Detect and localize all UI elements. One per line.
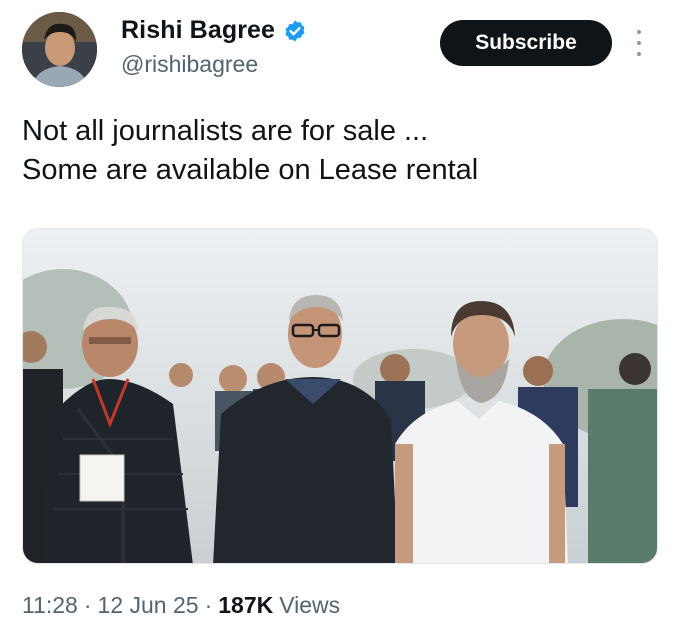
views-label[interactable]: Views [279,592,340,619]
photo-image [23,229,657,563]
profile-photo-icon [22,12,97,87]
views-count[interactable]: 187K [218,592,273,619]
more-options-icon[interactable] [630,26,648,60]
avatar[interactable] [22,12,97,87]
subscribe-button[interactable]: Subscribe [440,20,612,66]
more-dot [637,30,641,34]
tweet-text-line: Some are available on Lease rental [22,154,479,186]
author-display-name[interactable]: Rishi Bagree [121,16,275,45]
tweet-media-photo[interactable] [22,228,658,564]
more-dot [637,41,641,45]
tweet-text: Not all journalists are for sale ... Som… [22,112,478,190]
tweet-date[interactable]: 12 Jun 25 [98,592,199,619]
author-name-row: Rishi Bagree [121,16,307,45]
author-handle[interactable]: @rishibagree [121,51,258,78]
verified-badge-icon [285,20,305,41]
tweet-time[interactable]: 11:28 [22,592,78,619]
meta-separator: · [83,592,92,618]
tweet-meta: 11:28 · 12 Jun 25 · 187K Views [22,592,340,619]
tweet-text-line: Not all journalists are for sale ... [22,115,429,147]
meta-separator: · [204,592,213,618]
more-dot [637,52,641,56]
